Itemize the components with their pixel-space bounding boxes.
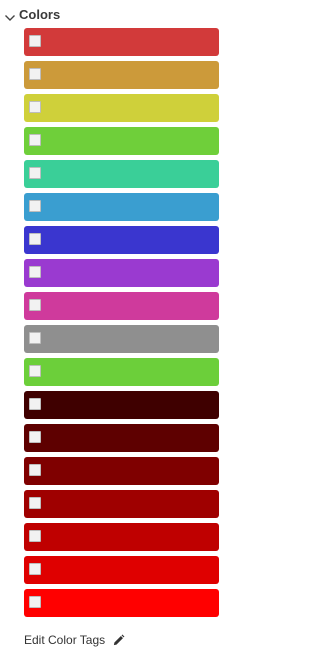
color-tag-checkbox[interactable] (29, 464, 41, 476)
color-tag-swatch[interactable] (24, 28, 219, 56)
color-tag-swatch[interactable] (24, 226, 219, 254)
color-tag-swatch[interactable] (24, 556, 219, 584)
color-tag-checkbox[interactable] (29, 68, 41, 80)
colors-section-header[interactable]: Colors (0, 0, 232, 28)
color-tag-swatch[interactable] (24, 193, 219, 221)
color-tag-checkbox[interactable] (29, 233, 41, 245)
color-tag-swatch[interactable] (24, 391, 219, 419)
edit-color-tags-label: Edit Color Tags (24, 633, 106, 647)
color-tag-checkbox[interactable] (29, 299, 41, 311)
edit-color-tags-link[interactable]: Edit Color Tags (24, 632, 125, 648)
color-tag-swatch[interactable] (24, 259, 219, 287)
chevron-down-icon[interactable] (4, 13, 16, 23)
color-tag-checkbox[interactable] (29, 365, 41, 377)
color-tag-checkbox[interactable] (29, 266, 41, 278)
color-tag-swatch[interactable] (24, 94, 219, 122)
color-tag-checkbox[interactable] (29, 563, 41, 575)
color-tag-checkbox[interactable] (29, 134, 41, 146)
color-tag-checkbox[interactable] (29, 35, 41, 47)
color-tag-checkbox[interactable] (29, 167, 41, 179)
color-tag-checkbox[interactable] (29, 497, 41, 509)
color-tag-swatch[interactable] (24, 292, 219, 320)
color-tag-checkbox[interactable] (29, 398, 41, 410)
color-tag-checkbox[interactable] (29, 431, 41, 443)
color-tag-checkbox[interactable] (29, 596, 41, 608)
color-tag-swatch[interactable] (24, 457, 219, 485)
color-tag-checkbox[interactable] (29, 530, 41, 542)
color-tag-checkbox[interactable] (29, 332, 41, 344)
color-tag-swatch[interactable] (24, 490, 219, 518)
color-tag-checkbox[interactable] (29, 101, 41, 113)
color-tag-swatch[interactable] (24, 523, 219, 551)
color-tag-swatch[interactable] (24, 325, 219, 353)
color-tag-swatch[interactable] (24, 589, 219, 617)
color-tag-swatch[interactable] (24, 424, 219, 452)
color-tag-swatch[interactable] (24, 61, 219, 89)
pencil-icon[interactable] (112, 634, 125, 647)
color-tag-swatch[interactable] (24, 127, 219, 155)
color-tag-list (24, 28, 219, 622)
color-tag-checkbox[interactable] (29, 200, 41, 212)
section-title: Colors (19, 7, 61, 22)
color-tag-swatch[interactable] (24, 358, 219, 386)
color-tag-swatch[interactable] (24, 160, 219, 188)
